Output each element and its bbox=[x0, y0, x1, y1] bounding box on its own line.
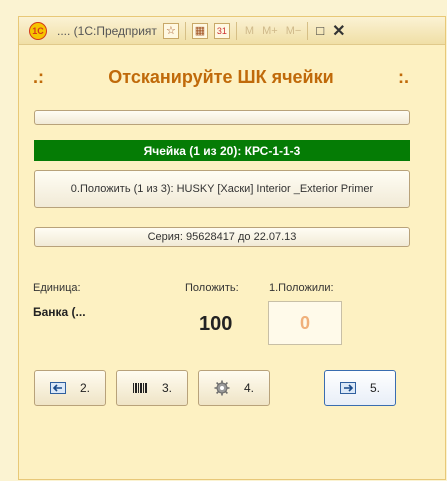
put-item-field[interactable]: 0.Положить (1 из 3): HUSKY [Хаски] Inter… bbox=[34, 170, 410, 208]
memory-button-m-plus[interactable]: M+ bbox=[262, 25, 278, 37]
memory-button-m[interactable]: M bbox=[245, 25, 254, 37]
back-button[interactable]: 2. bbox=[34, 370, 106, 406]
gear-icon bbox=[214, 380, 230, 396]
1c-logo-icon: 1С bbox=[29, 21, 47, 40]
form-header: .: Отсканируйте ШК ячейки :. bbox=[33, 67, 409, 88]
scan-button[interactable]: 3. bbox=[116, 370, 188, 406]
placed-label: 1.Положили: bbox=[269, 282, 334, 294]
toolbar-separator bbox=[235, 21, 237, 40]
put-quantity: 100 bbox=[199, 313, 233, 335]
header-left-marker: .: bbox=[33, 67, 44, 87]
settings-button-label: 4. bbox=[243, 381, 254, 395]
barcode-icon bbox=[132, 383, 147, 393]
arrow-right-icon bbox=[339, 382, 356, 394]
title-bar: 1С .... (1С:Предприят ☆ ▦ 31 M M+ M− □ ✕ bbox=[19, 17, 445, 45]
header-right-marker: :. bbox=[397, 67, 409, 87]
next-button-label: 5. bbox=[369, 381, 380, 395]
series-field[interactable]: Серия: 95628417 до 22.07.13 bbox=[34, 227, 410, 247]
arrow-left-icon bbox=[49, 382, 66, 394]
maximize-button[interactable]: □ bbox=[316, 23, 324, 38]
toolbar-separator bbox=[184, 21, 186, 40]
put-label: Положить: bbox=[185, 282, 239, 294]
form-content: .: Отсканируйте ШК ячейки :. Ячейка (1 и… bbox=[19, 45, 445, 479]
calculator-icon[interactable]: ▦ bbox=[191, 22, 208, 39]
scan-progress-bar bbox=[34, 110, 410, 125]
close-button[interactable]: ✕ bbox=[332, 21, 345, 41]
calendar-icon[interactable]: 31 bbox=[213, 22, 230, 39]
placed-quantity-field[interactable]: 0 bbox=[268, 301, 342, 345]
form-title: Отсканируйте ШК ячейки bbox=[108, 67, 334, 87]
back-button-label: 2. bbox=[79, 381, 90, 395]
scan-button-label: 3. bbox=[161, 381, 172, 395]
window-title: .... (1С:Предприят bbox=[57, 23, 157, 38]
cell-status-bar: Ячейка (1 из 20): КРС-1-1-3 bbox=[34, 140, 410, 161]
memory-button-m-minus[interactable]: M− bbox=[286, 25, 302, 37]
app-window: 1С .... (1С:Предприят ☆ ▦ 31 M M+ M− □ ✕… bbox=[18, 16, 446, 480]
settings-button[interactable]: 4. bbox=[198, 370, 270, 406]
unit-label: Единица: bbox=[33, 282, 81, 294]
favorite-icon[interactable]: ☆ bbox=[162, 22, 179, 39]
next-button[interactable]: 5. bbox=[324, 370, 396, 406]
unit-value: Банка (... bbox=[33, 305, 86, 319]
toolbar-separator bbox=[307, 21, 309, 40]
